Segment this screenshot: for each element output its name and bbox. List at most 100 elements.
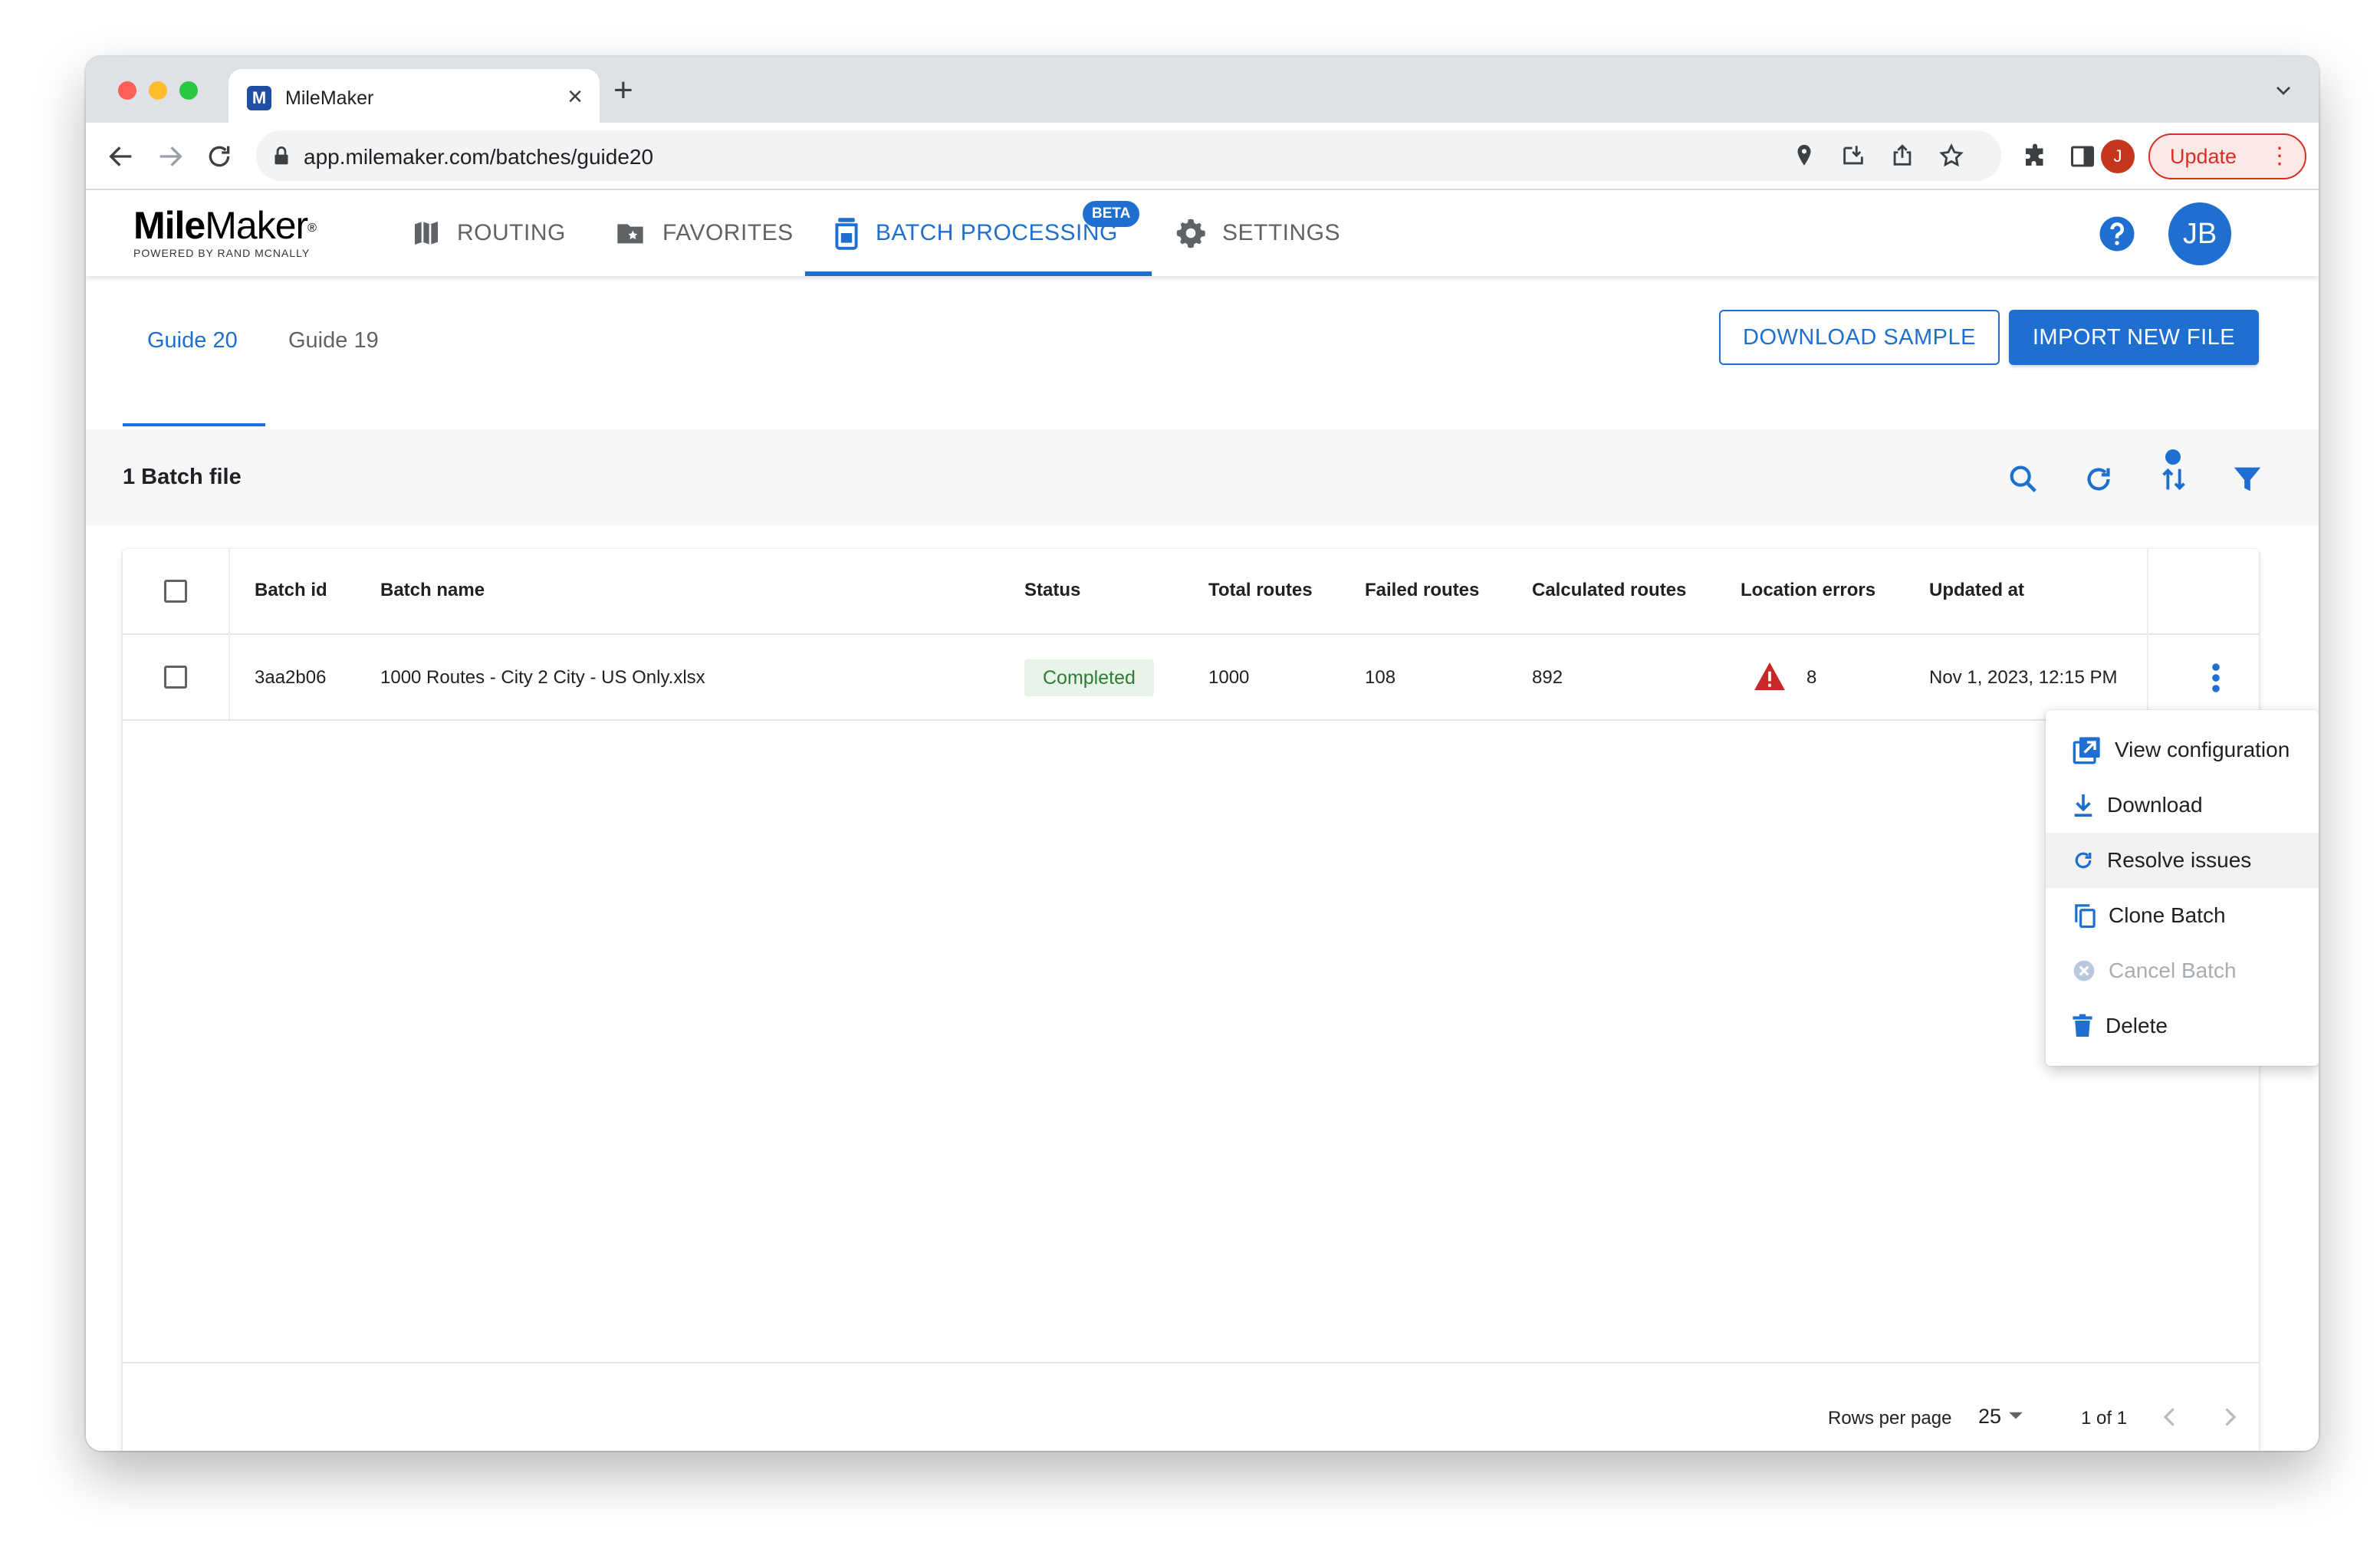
update-label: Update <box>2170 144 2237 168</box>
refresh-icon[interactable] <box>2081 462 2116 497</box>
filter-icon[interactable] <box>2230 462 2265 497</box>
nav-settings[interactable]: SETTINGS <box>1175 190 1340 276</box>
active-tab-indicator <box>123 423 265 426</box>
app-header: MileMaker® POWERED BY RAND MCNALLY ROUTI… <box>86 190 2319 276</box>
milemaker-favicon-icon: M <box>247 86 271 110</box>
browser-profile-avatar[interactable]: J <box>2101 140 2135 173</box>
url-text[interactable]: app.milemaker.com/batches/guide20 <box>304 145 653 169</box>
rows-per-page-select[interactable]: 25 <box>1978 1405 2001 1429</box>
install-app-icon[interactable] <box>1840 143 1866 169</box>
logo-subtitle: POWERED BY RAND MCNALLY <box>133 247 311 259</box>
page-info: 1 of 1 <box>2081 1408 2128 1429</box>
browser-tabstrip: M MileMaker × + <box>86 57 2319 123</box>
menu-item-label: Resolve issues <box>2107 848 2252 872</box>
cell-failed-routes: 108 <box>1365 667 1396 688</box>
bookmark-star-icon[interactable] <box>1938 143 1964 169</box>
import-new-file-button[interactable]: IMPORT NEW FILE <box>2009 310 2259 365</box>
resolve-refresh-icon <box>2075 852 2092 869</box>
column-header-calculated-routes[interactable]: Calculated routes <box>1532 580 1686 601</box>
share-icon[interactable] <box>1889 143 1915 169</box>
folder-star-icon <box>617 224 643 244</box>
menu-item-resolve-issues[interactable]: Resolve issues <box>2046 833 2319 888</box>
trash-icon <box>2073 1014 2092 1037</box>
browser-tab-title: MileMaker <box>285 87 374 109</box>
browser-tab[interactable]: M MileMaker × <box>228 69 600 123</box>
tab-search-chevron-icon[interactable] <box>2271 78 2296 103</box>
row-select-checkbox[interactable] <box>164 666 187 689</box>
browser-update-button[interactable]: Update ⋮ <box>2148 133 2306 179</box>
lock-icon[interactable] <box>268 143 294 169</box>
menu-item-label: Clone Batch <box>2109 903 2226 927</box>
cell-calculated-routes: 892 <box>1532 667 1563 688</box>
minimize-window-button[interactable] <box>149 81 167 100</box>
forward-arrow-icon[interactable] <box>155 141 186 172</box>
column-header-total-routes[interactable]: Total routes <box>1208 580 1313 601</box>
warning-icon <box>1754 662 1785 691</box>
reload-icon[interactable] <box>204 141 235 172</box>
nav-favorites-label: FAVORITES <box>662 220 794 245</box>
caret-down-icon[interactable] <box>2007 1411 2024 1422</box>
sort-icon[interactable] <box>2156 462 2191 497</box>
cell-total-routes: 1000 <box>1208 667 1250 688</box>
address-bar[interactable]: app.milemaker.com/batches/guide20 <box>256 130 2001 181</box>
sort-active-indicator <box>2165 449 2181 465</box>
nav-batch-processing[interactable]: BATCH PROCESSING <box>833 190 1118 276</box>
next-page-icon[interactable] <box>2216 1403 2244 1431</box>
select-all-checkbox[interactable] <box>164 580 187 603</box>
cell-updated-at: Nov 1, 2023, 12:15 PM <box>1929 667 2118 688</box>
user-avatar[interactable]: JB <box>2168 202 2231 265</box>
column-header-batch-name[interactable]: Batch name <box>380 580 485 601</box>
batch-count-label: 1 Batch file <box>123 465 242 489</box>
column-header-batch-id[interactable]: Batch id <box>255 580 327 601</box>
new-tab-button[interactable]: + <box>613 74 633 107</box>
tab-guide-19[interactable]: Guide 19 <box>288 328 379 353</box>
logo-bold-text: Mile <box>133 204 205 247</box>
nav-settings-label: SETTINGS <box>1222 220 1341 245</box>
previous-page-icon[interactable] <box>2156 1403 2184 1431</box>
column-header-updated-at[interactable]: Updated at <box>1929 580 2024 601</box>
status-badge: Completed <box>1024 659 1154 696</box>
menu-item-download[interactable]: Download <box>2046 778 2319 833</box>
nav-batch-processing-label: BATCH PROCESSING <box>876 220 1118 245</box>
maximize-window-button[interactable] <box>179 81 198 100</box>
menu-item-label: Download <box>2107 793 2203 817</box>
logo-rest-text: Maker <box>205 204 308 247</box>
tab-guide-20[interactable]: Guide 20 <box>147 328 238 353</box>
menu-item-label: Cancel Batch <box>2109 958 2237 982</box>
download-icon <box>2074 794 2092 817</box>
download-sample-button[interactable]: DOWNLOAD SAMPLE <box>1719 310 2000 365</box>
column-header-location-errors[interactable]: Location errors <box>1741 580 1875 601</box>
back-arrow-icon[interactable] <box>106 141 136 172</box>
menu-item-cancel-batch[interactable]: Cancel Batch <box>2046 943 2319 998</box>
milemaker-logo[interactable]: MileMaker® POWERED BY RAND MCNALLY <box>133 204 317 259</box>
table-pagination: Rows per page 25 1 of 1 <box>123 1362 2259 1451</box>
tab-close-icon[interactable]: × <box>567 81 583 112</box>
browser-window: M MileMaker × + app.milemaker.com/batche… <box>86 57 2319 1451</box>
view-configuration-icon <box>2073 737 2100 764</box>
map-icon <box>415 222 438 245</box>
column-header-failed-routes[interactable]: Failed routes <box>1365 580 1479 601</box>
active-nav-indicator <box>805 271 1152 276</box>
nav-favorites[interactable]: FAVORITES <box>613 190 794 276</box>
batch-table: Batch id Batch name Status Total routes … <box>123 549 2259 1451</box>
side-panel-icon[interactable] <box>2069 143 2096 170</box>
table-row[interactable]: 3aa2b06 1000 Routes - City 2 City - US O… <box>123 635 2259 721</box>
extensions-puzzle-icon[interactable] <box>2021 143 2049 170</box>
cell-location-errors: 8 <box>1806 667 1817 688</box>
menu-item-delete[interactable]: Delete <box>2046 998 2319 1054</box>
nav-routing[interactable]: ROUTING <box>411 190 566 276</box>
cell-batch-name: 1000 Routes - City 2 City - US Only.xlsx <box>380 667 705 688</box>
column-header-status[interactable]: Status <box>1024 580 1080 601</box>
gear-icon <box>1176 219 1205 248</box>
nav-routing-label: ROUTING <box>457 220 566 245</box>
batch-jar-icon <box>835 218 858 250</box>
more-vert-icon: ⋮ <box>2268 143 2291 169</box>
search-icon[interactable] <box>2006 462 2041 497</box>
menu-item-view-configuration[interactable]: View configuration <box>2046 722 2319 778</box>
location-pin-icon[interactable] <box>1791 143 1817 169</box>
row-actions-kebab-icon[interactable] <box>2210 663 2222 693</box>
menu-item-clone-batch[interactable]: Clone Batch <box>2046 888 2319 943</box>
close-window-button[interactable] <box>118 81 136 100</box>
help-icon[interactable] <box>2096 213 2138 255</box>
batches-page: Guide 20 Guide 19 DOWNLOAD SAMPLE IMPORT… <box>86 276 2319 1451</box>
